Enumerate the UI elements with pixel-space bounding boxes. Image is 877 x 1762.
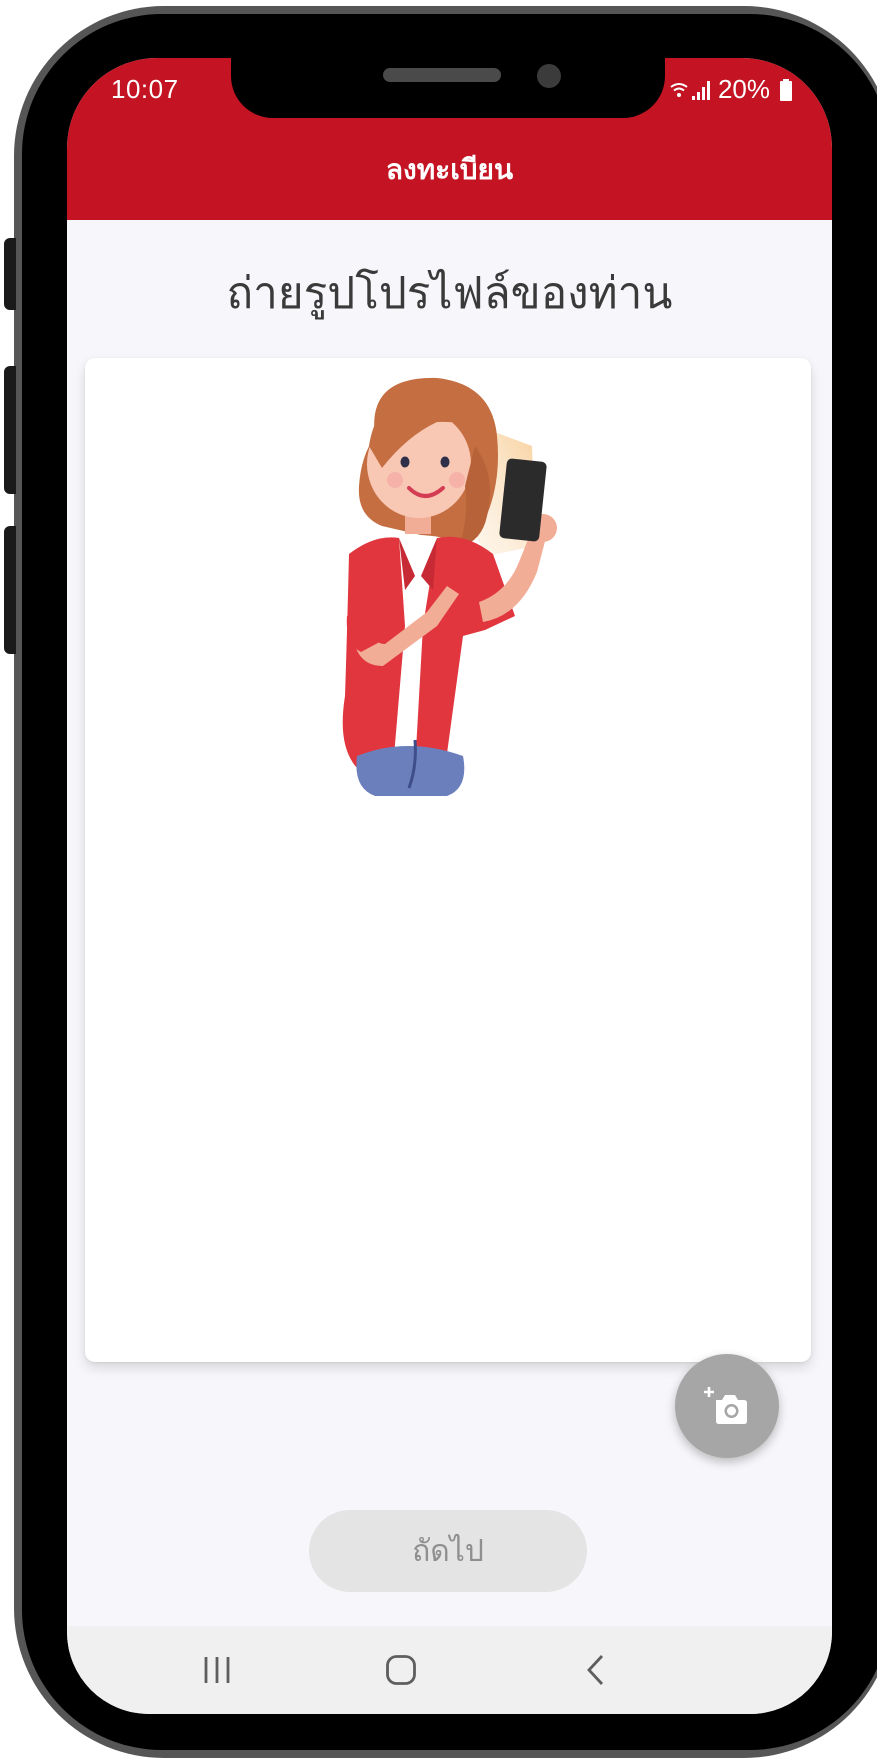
volume-down-button — [4, 526, 16, 654]
status-time: 10:07 — [111, 74, 179, 104]
wifi-icon — [670, 82, 688, 97]
app-bar-title: ลงทะเบียน — [385, 153, 514, 186]
front-camera — [537, 64, 561, 88]
battery-icon — [780, 78, 792, 101]
app-screen: 10:07 20% ลงทะเบียน ถ่ายรูปโปรไฟล์ของท่า… — [67, 58, 832, 1714]
woman-taking-selfie-illustration — [342, 377, 557, 796]
home-icon — [386, 1655, 416, 1685]
earpiece — [383, 68, 501, 82]
signal-icon — [691, 80, 710, 100]
app-bar: 10:07 20% ลงทะเบียน — [67, 58, 832, 220]
system-nav-bar — [67, 1626, 832, 1714]
back-button[interactable] — [565, 1648, 625, 1692]
add-photo-button[interactable] — [675, 1354, 779, 1458]
recent-apps-icon — [204, 1657, 230, 1683]
next-button[interactable]: ถัดไป — [309, 1510, 587, 1592]
side-button — [4, 238, 16, 310]
recent-apps-button[interactable] — [187, 1648, 247, 1692]
battery-percent: 20% — [717, 74, 770, 104]
volume-up-button — [4, 366, 16, 494]
page-title: ถ่ายรูปโปรไฟล์ของท่าน — [226, 268, 673, 319]
status-icons: 20% — [670, 74, 792, 105]
home-button[interactable] — [371, 1648, 431, 1692]
add-camera-icon — [704, 1387, 747, 1424]
back-icon — [587, 1655, 604, 1685]
camera-notch — [231, 58, 665, 118]
device-mockup: 10:07 20% ลงทะเบียน ถ่ายรูปโปรไฟล์ของท่า… — [0, 0, 877, 1762]
